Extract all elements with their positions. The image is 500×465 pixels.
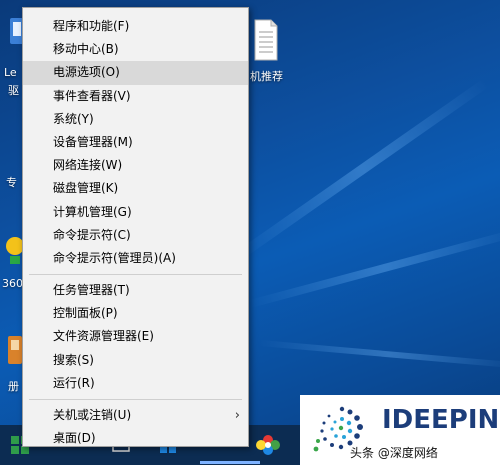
menu-item-desktop[interactable]: 桌面(D) (23, 427, 248, 450)
taskbar-active-indicator (200, 461, 260, 464)
winx-context-menu: 程序和功能(F) 移动中心(B) 电源选项(O) 事件查看器(V) 系统(Y) … (22, 7, 249, 447)
menu-item-command-prompt[interactable]: 命令提示符(C) (23, 224, 248, 247)
specialist-icon-label: 专 (6, 176, 17, 189)
menu-item-file-explorer[interactable]: 文件资源管理器(E) (23, 325, 248, 348)
menu-item-system[interactable]: 系统(Y) (23, 108, 248, 131)
menu-separator (29, 274, 242, 276)
360-icon-label: 360 (2, 277, 23, 290)
desktop-icon-label: 册 (8, 380, 19, 393)
menu-item-search[interactable]: 搜索(S) (23, 349, 248, 372)
recommend-file-label: 机推荐 (250, 70, 283, 83)
wallpaper-beam (248, 227, 500, 308)
menu-item-network-connections[interactable]: 网络连接(W) (23, 154, 248, 177)
chevron-right-icon: › (234, 408, 240, 423)
menu-item-command-prompt-admin[interactable]: 命令提示符(管理员)(A) (23, 247, 248, 270)
menu-separator (29, 399, 242, 400)
menu-item-mobility-center[interactable]: 移动中心(B) (23, 38, 248, 61)
photos-app-icon[interactable] (255, 432, 281, 458)
lenovo-icon-label-2: 驱 (8, 84, 19, 97)
watermark-credit: 头条 @深度网络 (350, 446, 438, 460)
menu-item-shutdown-signout[interactable]: 关机或注销(U) › (23, 404, 248, 427)
menu-item-power-options[interactable]: 电源选项(O) (23, 61, 248, 85)
menu-item-shutdown-label: 关机或注销(U) (53, 408, 132, 422)
watermark-logo: IDEEPIN 头条 @深度网络 (300, 395, 500, 465)
menu-item-computer-management[interactable]: 计算机管理(G) (23, 201, 248, 224)
wallpaper-beam (259, 340, 500, 369)
menu-item-disk-management[interactable]: 磁盘管理(K) (23, 177, 248, 200)
menu-item-task-manager[interactable]: 任务管理器(T) (23, 279, 248, 302)
lenovo-icon-label: Le (4, 66, 17, 79)
menu-item-event-viewer[interactable]: 事件查看器(V) (23, 85, 248, 108)
menu-item-device-manager[interactable]: 设备管理器(M) (23, 131, 248, 154)
wallpaper-beam (237, 78, 489, 260)
document-file-icon[interactable] (252, 18, 280, 64)
menu-item-programs-features[interactable]: 程序和功能(F) (23, 15, 248, 38)
brand-name: IDEEPIN (382, 405, 500, 435)
menu-item-run[interactable]: 运行(R) (23, 372, 248, 395)
menu-item-control-panel[interactable]: 控制面板(P) (23, 302, 248, 325)
